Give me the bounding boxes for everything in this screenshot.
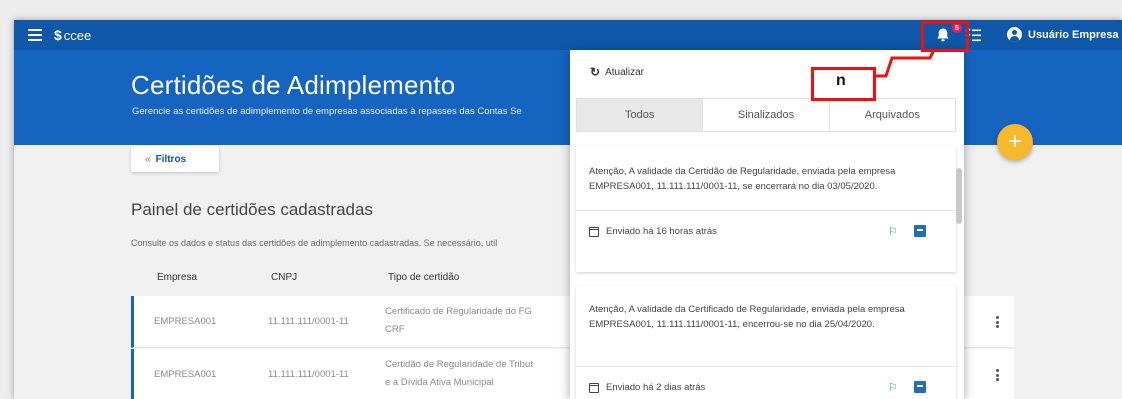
panel-title: Painel de certidões cadastradas [131,200,373,219]
column-header-empresa[interactable]: Empresa [157,272,197,283]
notification-item[interactable]: Atenção, A validade da Certidão de Regul… [576,146,956,272]
cell-tipo-line1: Certificado de Regularidade do FG [385,306,532,317]
user-name: Usuário Empresa [1028,28,1119,41]
filters-button[interactable]: « Filtros [131,146,219,172]
lightbulb-icon[interactable]: ⚐ [888,225,898,238]
column-header-tipo[interactable]: Tipo de certidão [388,272,459,283]
notification-sent-label: Enviado há 2 dias atrás [606,382,706,393]
notification-item[interactable]: Atenção, A validade da Certificado de Re… [576,286,956,399]
notification-message: Atenção, A validade da Certidão de Regul… [589,166,896,192]
archive-icon[interactable] [914,225,926,237]
logo-mark-icon: $ [54,27,62,43]
tab-sinalizados[interactable]: Sinalizados [703,99,830,131]
calendar-icon [589,382,599,393]
cell-tipo-line2: CRF [385,324,405,335]
page-subtitle: Gerencie as certidões de adimplemento de… [132,106,522,117]
annotation-letter: n [836,72,846,89]
notification-divider [576,366,956,367]
row-actions-kebab-icon[interactable] [996,369,999,381]
column-header-cnpj[interactable]: CNPJ [271,272,297,283]
logo-text: ccee [63,27,92,43]
notification-sent: Enviado há 2 dias atrás [589,382,705,393]
cell-tipo-line1: Certidão de Regularidade de Tribut [385,359,533,370]
cell-empresa: EMPRESA001 [154,316,217,327]
annotation-arrow-icon [876,49,936,78]
tab-arquivados[interactable]: Arquivados [830,99,955,131]
notification-message: Atenção, A validade da Certificado de Re… [589,304,905,330]
notifications-dropdown: ↻ Atualizar Todos Sinalizados Arquivados… [570,50,964,399]
chevron-double-down-icon: « [145,153,151,165]
cell-cnpj: 11.111.111/0001-11 [268,316,349,327]
notification-sent-label: Enviado há 16 horas atrás [606,226,717,237]
filters-label: Filtros [155,153,187,165]
refresh-button[interactable]: ↻ Atualizar [590,65,644,79]
notification-sent: Enviado há 16 horas atrás [589,226,717,237]
page-title: Certidões de Adimplemento [131,70,456,100]
refresh-icon: ↻ [590,65,601,79]
panel-description: Consulte os dados e status das certidões… [131,238,498,248]
user-avatar-icon [1007,27,1022,42]
notification-tabs: Todos Sinalizados Arquivados [576,98,956,132]
archive-icon[interactable] [914,381,926,393]
add-certificate-fab-button[interactable]: + [997,124,1033,160]
hamburger-menu-icon[interactable] [28,29,42,41]
logo[interactable]: $ ccee [54,27,91,43]
notifications-scrollbar[interactable] [956,168,962,224]
user-menu[interactable]: Usuário Empresa [1007,27,1118,42]
refresh-label: Atualizar [605,66,644,78]
tab-todos[interactable]: Todos [577,99,704,131]
lightbulb-icon[interactable]: ⚐ [888,381,898,394]
calendar-icon [589,226,599,237]
cell-empresa: EMPRESA001 [154,369,217,380]
app-window: $ ccee 5 Usuário Empresa Certidões de Ad… [14,20,1122,399]
row-actions-kebab-icon[interactable] [996,316,999,328]
cell-cnpj: 11.111.111/0001-11 [268,369,349,380]
cell-tipo-line2: e a Dívida Ativa Municipal [385,377,494,388]
notification-divider [576,210,956,211]
